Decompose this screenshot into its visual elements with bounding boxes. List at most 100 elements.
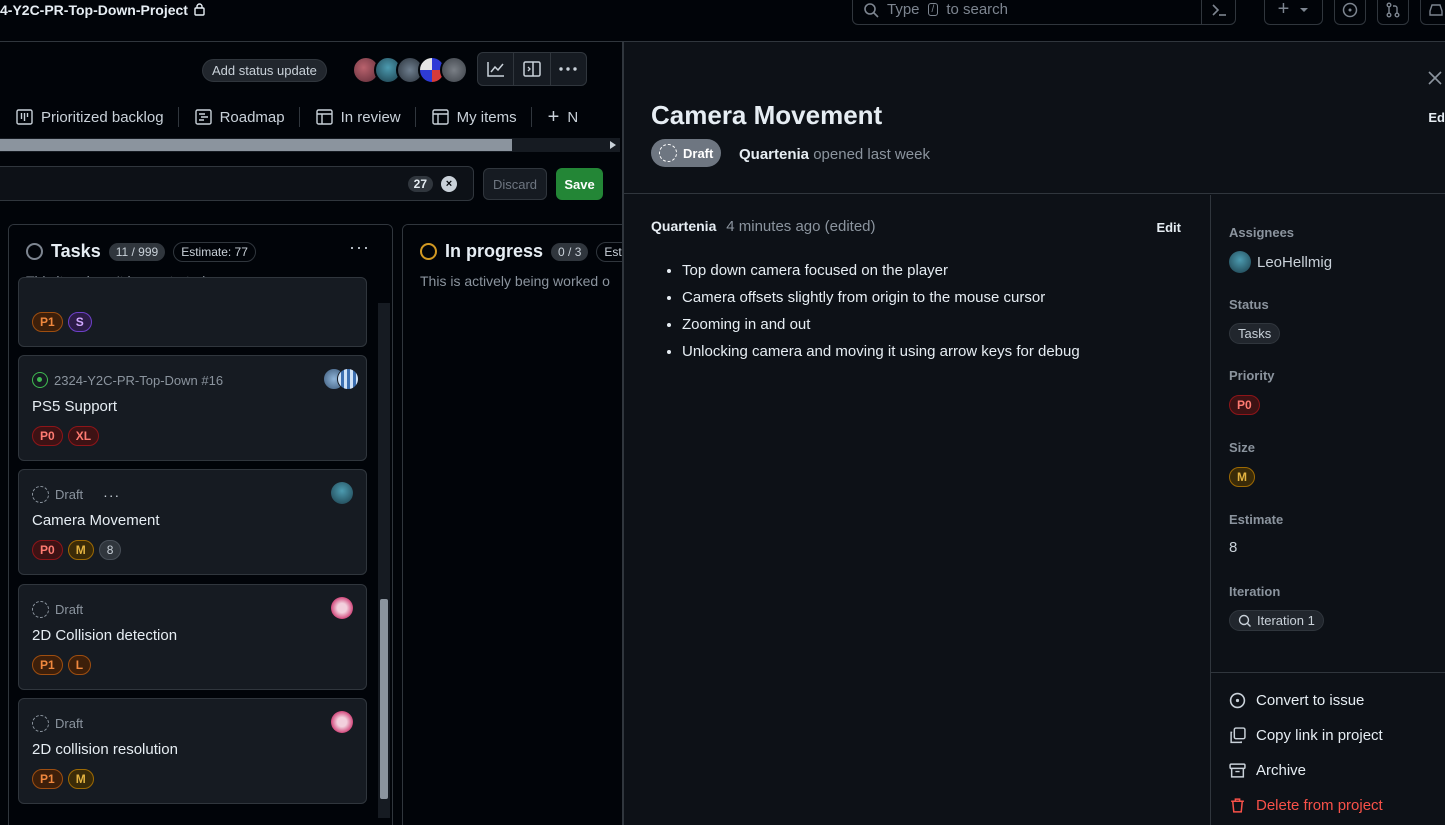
add-status-update-button[interactable]: Add status update bbox=[202, 59, 327, 82]
inbox-icon bbox=[1428, 2, 1444, 18]
priority-label: P0 bbox=[32, 426, 63, 446]
status-circle-icon bbox=[420, 243, 437, 260]
more-options-button[interactable] bbox=[551, 53, 586, 85]
plus-icon: + bbox=[547, 105, 560, 128]
collaborator-avatars[interactable] bbox=[352, 56, 468, 84]
project-title[interactable]: 4-Y2C-PR-Top-Down-Project bbox=[0, 0, 205, 18]
card-labels: P1 M bbox=[32, 769, 94, 789]
estimate-label[interactable]: Estimate bbox=[1229, 512, 1283, 527]
avatar[interactable] bbox=[440, 56, 468, 84]
estimate-value[interactable]: 8 bbox=[1229, 539, 1237, 556]
card[interactable]: 2324-Y2C-PR-Top-Down #16 PS5 Support P0 … bbox=[18, 355, 367, 461]
clear-filter-icon[interactable]: × bbox=[441, 176, 457, 192]
inbox-button[interactable] bbox=[1420, 0, 1445, 25]
list-item: Zooming in and out bbox=[682, 311, 1181, 338]
size-label: XL bbox=[67, 426, 100, 446]
card-title[interactable]: PS5 Support bbox=[32, 398, 117, 415]
card-title[interactable]: Camera Movement bbox=[32, 512, 160, 529]
vertical-scrollbar[interactable] bbox=[378, 303, 390, 818]
project-title-text[interactable]: 4-Y2C-PR-Top-Down-Project bbox=[0, 2, 188, 18]
create-new-button[interactable]: + bbox=[1264, 0, 1323, 25]
estimate-badge: Esti bbox=[596, 241, 622, 262]
tab-prioritized-backlog[interactable]: Prioritized backlog bbox=[0, 107, 178, 127]
card-title[interactable]: 2D Collision detection bbox=[32, 627, 177, 644]
assignee[interactable]: LeoHellmig bbox=[1229, 251, 1332, 273]
size-value[interactable]: M bbox=[1229, 467, 1255, 487]
priority-label: P1 bbox=[32, 769, 63, 789]
iteration-label[interactable]: Iteration bbox=[1229, 584, 1280, 599]
tab-in-review[interactable]: In review bbox=[298, 107, 415, 127]
item-count-badge: 11 / 999 bbox=[108, 242, 166, 261]
discard-button[interactable]: Discard bbox=[483, 168, 547, 200]
card-menu-icon[interactable]: ··· bbox=[103, 487, 120, 503]
pull-request-icon bbox=[1385, 2, 1401, 18]
column-menu-icon[interactable]: ··· bbox=[349, 237, 370, 258]
issues-button[interactable] bbox=[1334, 0, 1366, 25]
card-repo-ref[interactable]: 2324-Y2C-PR-Top-Down #16 bbox=[54, 373, 223, 388]
horizontal-scrollbar[interactable] bbox=[0, 138, 620, 152]
tab-label: In review bbox=[340, 108, 401, 126]
status-value[interactable]: Tasks bbox=[1229, 323, 1281, 344]
card-state: Draft bbox=[55, 602, 84, 617]
scrollbar-thumb[interactable] bbox=[0, 139, 512, 151]
iteration-value[interactable]: Iteration 1 bbox=[1229, 610, 1324, 631]
archive-icon bbox=[1229, 762, 1246, 779]
filter-input[interactable]: 27 × bbox=[0, 166, 474, 201]
sidebar-layout-icon bbox=[523, 61, 541, 77]
panel-header: Camera Movement Ed Draft Quartenia opene… bbox=[624, 42, 1445, 194]
layout-toggle-button[interactable] bbox=[514, 53, 551, 85]
convert-to-issue-button[interactable]: Convert to issue bbox=[1229, 692, 1364, 709]
card[interactable]: Draft 2D collision resolution P1 M bbox=[18, 698, 367, 804]
priority-value[interactable]: P0 bbox=[1229, 395, 1260, 415]
edit-comment-button[interactable]: Edit bbox=[1156, 220, 1181, 235]
search-input[interactable]: Type / to search bbox=[852, 0, 1236, 25]
search-placeholder-post: to search bbox=[946, 1, 1009, 18]
archive-button[interactable]: Archive bbox=[1229, 762, 1306, 779]
avatar[interactable] bbox=[331, 482, 353, 504]
table-icon bbox=[431, 109, 449, 125]
card[interactable]: Draft ··· Camera Movement P0 M 8 bbox=[18, 469, 367, 575]
pull-requests-button[interactable] bbox=[1377, 0, 1409, 25]
priority-label: P1 bbox=[32, 655, 63, 675]
action-label: Convert to issue bbox=[1256, 692, 1365, 709]
divider bbox=[1211, 672, 1445, 673]
author-link[interactable]: Quartenia bbox=[739, 146, 809, 163]
comment-author[interactable]: Quartenia bbox=[651, 218, 716, 234]
avatar[interactable] bbox=[331, 597, 353, 619]
card-title[interactable]: 2D collision resolution bbox=[32, 741, 178, 758]
comment-list: Top down camera focused on the player Ca… bbox=[651, 257, 1181, 365]
save-button[interactable]: Save bbox=[556, 168, 603, 200]
insights-button[interactable] bbox=[478, 53, 515, 85]
project-board-icon bbox=[16, 109, 33, 125]
copy-link-button[interactable]: Copy link in project bbox=[1229, 727, 1383, 744]
tab-label: My items bbox=[456, 108, 517, 126]
top-bar: 4-Y2C-PR-Top-Down-Project Type / to sear… bbox=[0, 0, 1445, 42]
tab-my-items[interactable]: My items bbox=[414, 107, 531, 127]
priority-label[interactable]: Priority bbox=[1229, 368, 1275, 383]
column-title-text: In progress bbox=[445, 241, 544, 261]
avatar[interactable] bbox=[331, 711, 353, 733]
comment-body: Quartenia 4 minutes ago (edited) Edit To… bbox=[651, 218, 1181, 365]
new-view-tab[interactable]: + N bbox=[530, 105, 593, 128]
edit-title-button[interactable]: Ed bbox=[1428, 110, 1445, 125]
card[interactable]: P1 S bbox=[18, 277, 367, 347]
command-palette-icon[interactable] bbox=[1201, 0, 1235, 24]
size-label: M bbox=[67, 769, 94, 789]
card-labels: P1 S bbox=[32, 312, 92, 332]
column-in-progress: In progress 0 / 3 Esti This is actively … bbox=[402, 224, 622, 825]
graph-icon bbox=[486, 61, 505, 77]
avatar[interactable] bbox=[337, 368, 359, 390]
list-item: Unlocking camera and moving it using arr… bbox=[682, 338, 1181, 365]
issue-opened-icon bbox=[1342, 2, 1358, 18]
card[interactable]: Draft 2D Collision detection P1 L bbox=[18, 584, 367, 690]
tab-roadmap[interactable]: Roadmap bbox=[177, 107, 299, 127]
tab-label: N bbox=[567, 108, 579, 126]
issue-opened-icon bbox=[32, 372, 48, 388]
close-panel-icon[interactable] bbox=[1427, 70, 1443, 86]
delete-from-project-button[interactable]: Delete from project bbox=[1229, 797, 1383, 814]
status-label[interactable]: Status bbox=[1229, 297, 1269, 312]
scroll-right-icon[interactable] bbox=[610, 141, 616, 149]
size-label[interactable]: Size bbox=[1229, 440, 1255, 455]
scrollbar-thumb[interactable] bbox=[380, 599, 388, 799]
assignees-label[interactable]: Assignees bbox=[1229, 225, 1294, 240]
